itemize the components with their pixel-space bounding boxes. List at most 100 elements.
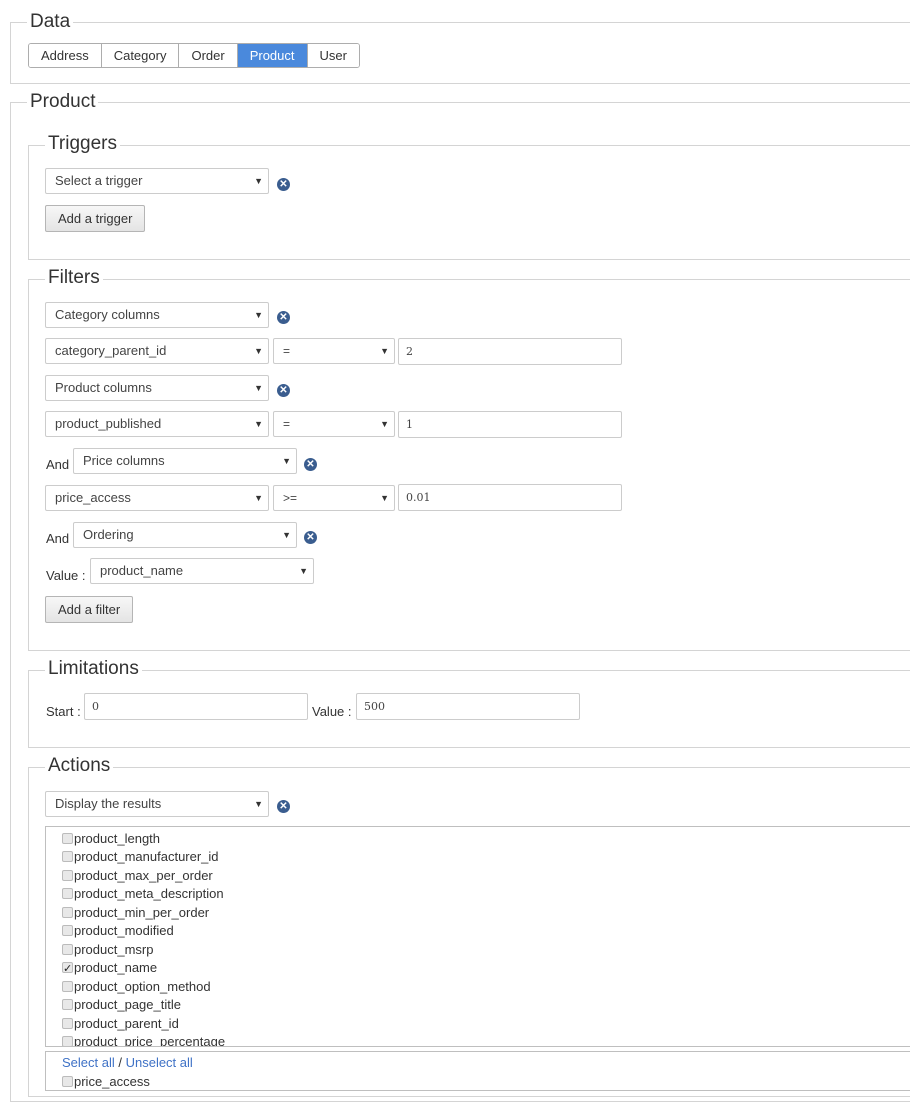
dropdown-arrow-icon: ▼ bbox=[380, 493, 389, 503]
column-name: product_meta_description bbox=[74, 886, 224, 901]
list-item[interactable]: product_name bbox=[62, 959, 157, 978]
tab-address[interactable]: Address bbox=[29, 44, 102, 67]
column-name: product_price_percentage bbox=[74, 1034, 226, 1047]
checkbox-checked-icon[interactable] bbox=[62, 960, 73, 978]
checkbox-icon[interactable] bbox=[62, 1076, 73, 1087]
dropdown-arrow-icon: ▼ bbox=[282, 456, 291, 466]
column-name: product_manufacturer_id bbox=[74, 849, 219, 864]
list-item[interactable]: product_modified bbox=[62, 922, 174, 940]
remove-trigger-icon[interactable]: ✕ bbox=[277, 178, 290, 191]
trigger-select-value: Select a trigger bbox=[55, 173, 143, 188]
price-columns-value: Price columns bbox=[83, 453, 165, 468]
price-columns-list[interactable]: Select all / Unselect all price_access bbox=[45, 1051, 910, 1091]
price-operator-select[interactable]: >= ▼ bbox=[273, 485, 395, 511]
product-column-select[interactable]: product_published ▼ bbox=[45, 411, 269, 437]
tab-order[interactable]: Order bbox=[179, 44, 238, 67]
product-operator-value: = bbox=[283, 417, 291, 431]
remove-action-icon[interactable]: ✕ bbox=[277, 800, 290, 813]
ordering-value-select[interactable]: product_name ▼ bbox=[90, 558, 314, 584]
triggers-legend: Triggers bbox=[45, 133, 120, 155]
select-links: Select all / Unselect all bbox=[62, 1054, 193, 1072]
limitations-legend: Limitations bbox=[45, 658, 142, 680]
category-column-value: category_parent_id bbox=[55, 343, 167, 358]
checkbox-icon[interactable] bbox=[62, 888, 73, 899]
list-item[interactable]: product_parent_id bbox=[62, 1015, 179, 1033]
tab-product[interactable]: Product bbox=[237, 44, 308, 67]
data-legend: Data bbox=[27, 11, 74, 33]
start-label: Start : bbox=[46, 704, 81, 719]
category-column-select[interactable]: category_parent_id ▼ bbox=[45, 338, 269, 364]
list-item[interactable]: price_access bbox=[62, 1073, 150, 1090]
dropdown-arrow-icon: ▼ bbox=[254, 493, 263, 503]
category-operator-select[interactable]: = ▼ bbox=[273, 338, 395, 364]
category-columns-value: Category columns bbox=[55, 307, 160, 322]
list-item[interactable]: product_length bbox=[62, 830, 160, 848]
price-column-select[interactable]: price_access ▼ bbox=[45, 485, 269, 511]
dropdown-arrow-icon: ▼ bbox=[380, 346, 389, 356]
list-item[interactable]: product_option_method bbox=[62, 978, 211, 996]
list-item[interactable]: product_max_per_order bbox=[62, 867, 213, 885]
price-value-input[interactable]: 0.01 bbox=[398, 484, 622, 511]
column-name: product_parent_id bbox=[74, 1016, 179, 1031]
checkbox-icon[interactable] bbox=[62, 981, 73, 992]
add-filter-button[interactable]: Add a filter bbox=[45, 596, 134, 623]
product-columns-list[interactable]: product_length product_manufacturer_id p… bbox=[45, 826, 910, 1047]
actions-legend: Actions bbox=[45, 755, 114, 777]
limit-value-input[interactable]: 500 bbox=[356, 693, 580, 720]
checkbox-icon[interactable] bbox=[62, 999, 73, 1010]
select-all-link[interactable]: Select all bbox=[62, 1055, 115, 1070]
filters-legend: Filters bbox=[45, 267, 103, 289]
ordering-select[interactable]: Ordering ▼ bbox=[73, 522, 297, 548]
dropdown-arrow-icon: ▼ bbox=[254, 419, 263, 429]
value-label: Value : bbox=[46, 568, 86, 583]
checkbox-icon[interactable] bbox=[62, 1018, 73, 1029]
dropdown-arrow-icon: ▼ bbox=[380, 419, 389, 429]
product-column-value: product_published bbox=[55, 416, 162, 431]
dropdown-arrow-icon: ▼ bbox=[254, 799, 263, 809]
column-name: product_length bbox=[74, 831, 161, 846]
and-label: And bbox=[46, 457, 70, 472]
tab-user[interactable]: User bbox=[307, 44, 359, 67]
action-select[interactable]: Display the results ▼ bbox=[45, 791, 269, 817]
product-legend: Product bbox=[27, 91, 99, 113]
column-name: price_access bbox=[74, 1074, 150, 1089]
add-trigger-button[interactable]: Add a trigger bbox=[45, 205, 146, 232]
list-item[interactable]: product_msrp bbox=[62, 941, 153, 959]
list-item[interactable]: product_page_title bbox=[62, 996, 181, 1014]
column-name: product_page_title bbox=[74, 997, 181, 1012]
limit-value-label: Value : bbox=[312, 704, 352, 719]
ordering-value: product_name bbox=[100, 563, 184, 578]
list-item[interactable]: product_meta_description bbox=[62, 885, 224, 903]
checkbox-icon[interactable] bbox=[62, 944, 73, 955]
list-item[interactable]: product_price_percentage bbox=[62, 1033, 226, 1047]
checkbox-icon[interactable] bbox=[62, 870, 73, 881]
checkbox-icon[interactable] bbox=[62, 925, 73, 936]
price-operator-value: >= bbox=[283, 491, 298, 505]
category-columns-select[interactable]: Category columns ▼ bbox=[45, 302, 269, 328]
trigger-select[interactable]: Select a trigger ▼ bbox=[45, 168, 269, 194]
checkbox-icon[interactable] bbox=[62, 851, 73, 862]
price-columns-select[interactable]: Price columns ▼ bbox=[73, 448, 297, 474]
product-operator-select[interactable]: = ▼ bbox=[273, 411, 395, 437]
checkbox-icon[interactable] bbox=[62, 1036, 73, 1046]
list-item[interactable]: product_manufacturer_id bbox=[62, 848, 219, 866]
list-item[interactable]: product_min_per_order bbox=[62, 904, 209, 922]
dropdown-arrow-icon: ▼ bbox=[254, 176, 263, 186]
checkbox-icon[interactable] bbox=[62, 833, 73, 844]
and-label: And bbox=[46, 531, 70, 546]
product-value-input[interactable]: 1 bbox=[398, 411, 622, 438]
remove-ordering-filter-icon[interactable]: ✕ bbox=[304, 531, 317, 544]
remove-category-filter-icon[interactable]: ✕ bbox=[277, 311, 290, 324]
remove-product-filter-icon[interactable]: ✕ bbox=[277, 384, 290, 397]
triggers-fieldset bbox=[28, 145, 910, 260]
unselect-all-link[interactable]: Unselect all bbox=[126, 1055, 193, 1070]
category-operator-value: = bbox=[283, 344, 291, 358]
product-columns-select[interactable]: Product columns ▼ bbox=[45, 375, 269, 401]
category-value-input[interactable]: 2 bbox=[398, 338, 622, 365]
link-separator: / bbox=[114, 1055, 126, 1070]
checkbox-icon[interactable] bbox=[62, 907, 73, 918]
remove-price-filter-icon[interactable]: ✕ bbox=[304, 458, 317, 471]
start-input[interactable]: 0 bbox=[84, 693, 308, 720]
tab-category[interactable]: Category bbox=[101, 44, 180, 67]
product-columns-value: Product columns bbox=[55, 380, 152, 395]
